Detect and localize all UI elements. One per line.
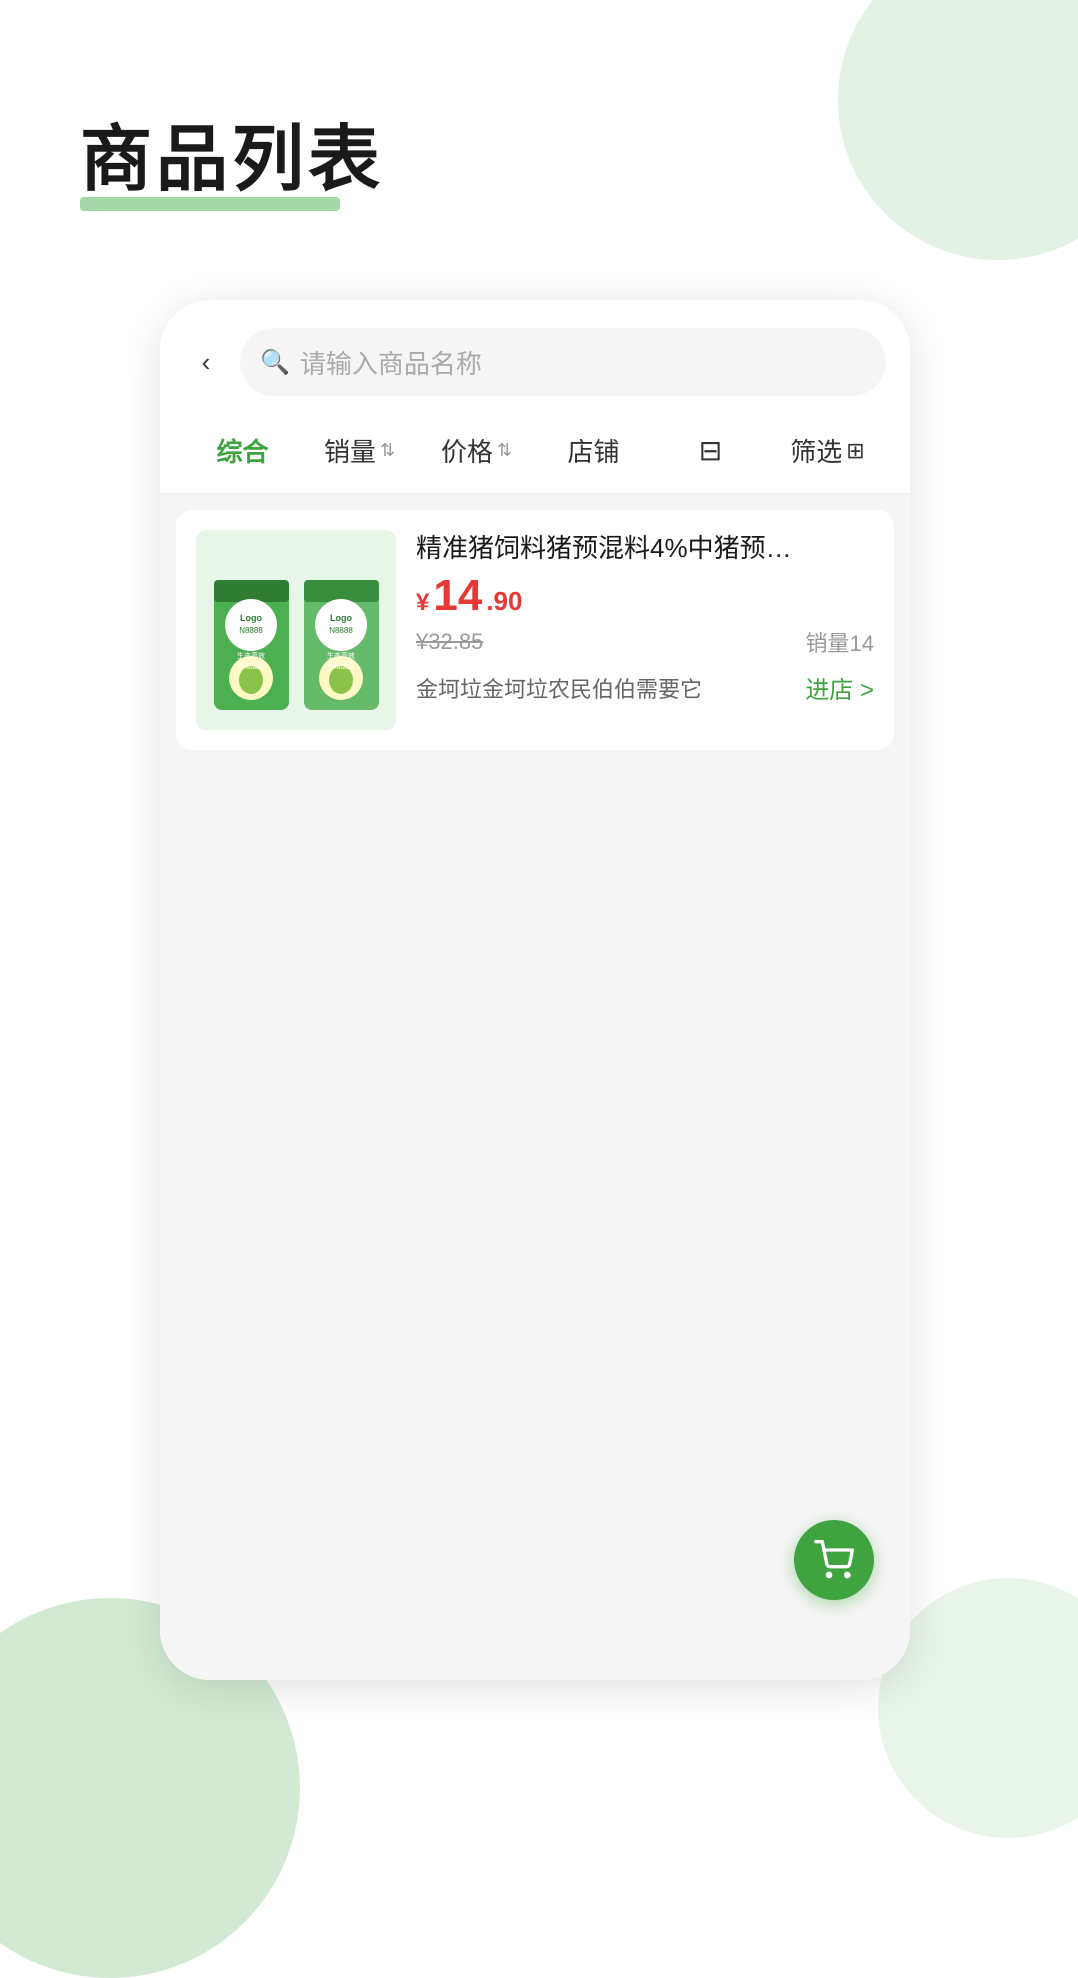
tab-shop-label: 店铺 bbox=[567, 432, 619, 469]
svg-text:养殖品质: 养殖品质 bbox=[237, 661, 265, 670]
search-area: ‹ 🔍 请输入商品名称 bbox=[160, 300, 910, 412]
bg-decoration-top-right bbox=[838, 0, 1078, 260]
price-main: 14 bbox=[433, 574, 482, 618]
svg-text:N8888: N8888 bbox=[329, 626, 353, 635]
tab-filter-label: 筛选 bbox=[790, 432, 842, 469]
tab-price-sort-icon: ⇅ bbox=[497, 440, 512, 461]
tab-comprehensive-label: 综合 bbox=[216, 432, 268, 469]
tab-shop[interactable]: 店铺 bbox=[535, 424, 652, 477]
shop-name: 金坷垃金坷垃农民伯伯需要它 bbox=[416, 672, 702, 704]
search-box[interactable]: 🔍 请输入商品名称 bbox=[240, 328, 886, 396]
svg-text:Logo: Logo bbox=[330, 613, 352, 623]
tab-layout-icon: ⊟ bbox=[699, 434, 722, 467]
tab-sales-sort-icon: ⇅ bbox=[380, 440, 395, 461]
product-name: 精准猪饲料猪预混料4%中猪预… bbox=[416, 530, 874, 566]
svg-text:生态高效: 生态高效 bbox=[327, 651, 355, 660]
tab-price-label: 价格 bbox=[441, 432, 493, 469]
page-title: 商品列表 bbox=[80, 100, 384, 205]
svg-text:生态高效: 生态高效 bbox=[237, 651, 265, 660]
product-image-svg: Logo N8888 Logo N8888 生态高效 养殖 bbox=[196, 530, 396, 730]
enter-shop-button[interactable]: 进店 > bbox=[805, 670, 874, 705]
price-currency: ¥ bbox=[416, 589, 429, 617]
product-image: Logo N8888 Logo N8888 生态高效 养殖 bbox=[196, 530, 396, 730]
product-card[interactable]: Logo N8888 Logo N8888 生态高效 养殖 bbox=[176, 510, 894, 750]
price-original-row: ¥32.85 销量14 bbox=[416, 626, 874, 658]
filter-tabs: 综合 销量 ⇅ 价格 ⇅ 店铺 ⊟ 筛选 ⊞ bbox=[160, 412, 910, 494]
cart-icon bbox=[814, 1540, 854, 1580]
shop-row: 金坷垃金坷垃农民伯伯需要它 进店 > bbox=[416, 670, 874, 705]
back-button[interactable]: ‹ bbox=[184, 340, 228, 384]
tab-sales-label: 销量 bbox=[324, 432, 376, 469]
tab-price[interactable]: 价格 ⇅ bbox=[418, 424, 535, 477]
search-input[interactable]: 请输入商品名称 bbox=[300, 344, 482, 381]
price-original: ¥32.85 bbox=[416, 629, 483, 655]
tab-layout[interactable]: ⊟ bbox=[652, 426, 769, 475]
sales-count: 销量14 bbox=[806, 626, 874, 658]
filter-funnel-icon: ⊞ bbox=[846, 438, 864, 464]
product-info: 精准猪饲料猪预混料4%中猪预… ¥ 14 .90 ¥32.85 销量14 金坷垃… bbox=[416, 530, 874, 730]
tab-sales[interactable]: 销量 ⇅ bbox=[301, 424, 418, 477]
tab-filter[interactable]: 筛选 ⊞ bbox=[769, 424, 886, 477]
phone-mockup: ‹ 🔍 请输入商品名称 综合 销量 ⇅ 价格 ⇅ 店铺 ⊟ 筛选 ⊞ bbox=[160, 300, 910, 1680]
back-icon: ‹ bbox=[202, 347, 211, 378]
search-icon: 🔍 bbox=[260, 348, 290, 377]
tab-comprehensive[interactable]: 综合 bbox=[184, 424, 301, 477]
cart-float-button[interactable] bbox=[794, 1520, 874, 1600]
product-list: Logo N8888 Logo N8888 生态高效 养殖 bbox=[160, 494, 910, 1680]
page-title-section: 商品列表 bbox=[80, 100, 384, 211]
svg-text:N8888: N8888 bbox=[239, 626, 263, 635]
svg-text:养殖品质: 养殖品质 bbox=[327, 661, 355, 670]
svg-text:Logo: Logo bbox=[240, 613, 262, 623]
price-decimal: .90 bbox=[486, 586, 522, 617]
price-row: ¥ 14 .90 bbox=[416, 574, 874, 618]
